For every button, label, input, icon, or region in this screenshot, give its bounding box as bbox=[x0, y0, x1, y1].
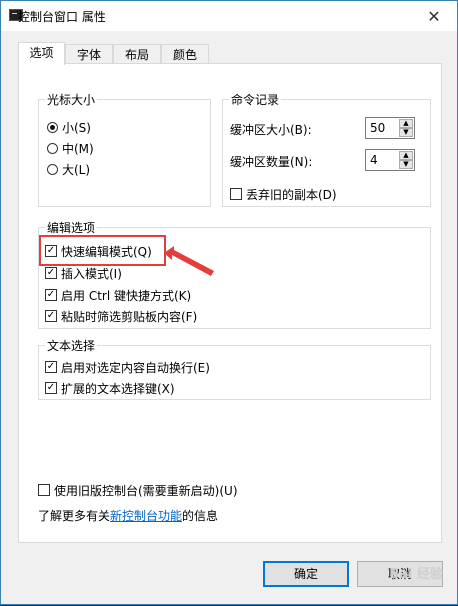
properties-dialog: 控制台窗口 属性 ✕ 选项 字体 布局 颜色 光标大小 小(S) 中(M) 大(… bbox=[0, 0, 458, 605]
annotation-arrow-icon bbox=[164, 246, 214, 276]
tab-options[interactable]: 选项 bbox=[18, 42, 65, 65]
